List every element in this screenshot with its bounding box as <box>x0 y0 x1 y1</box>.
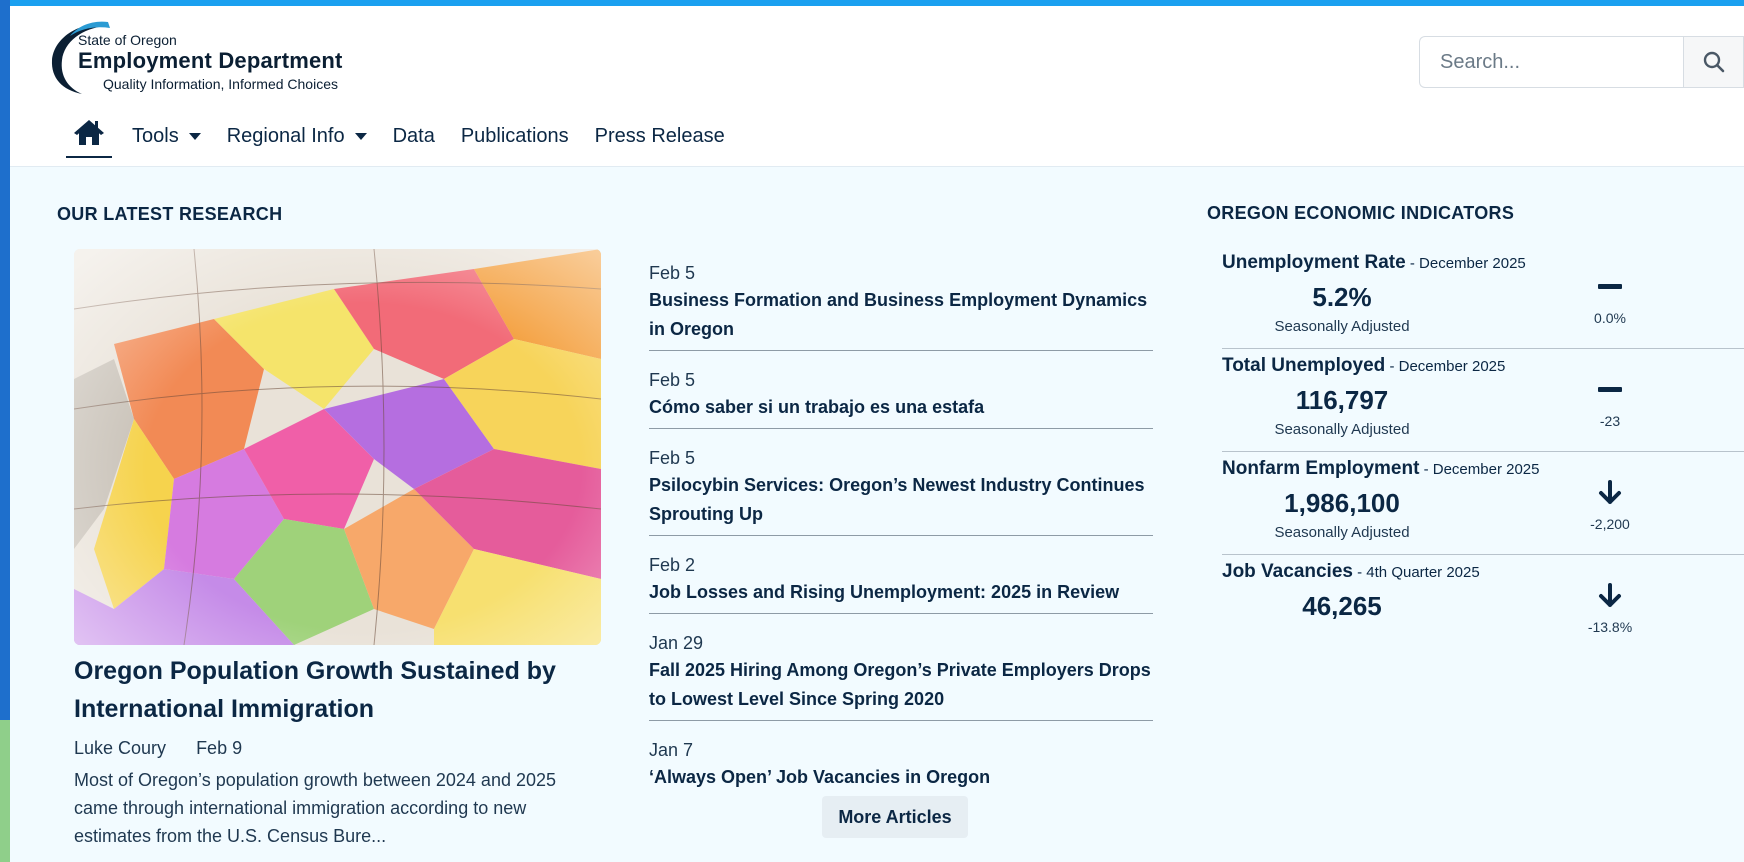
list-item: Jan 29 Fall 2025 Hiring Among Oregon’s P… <box>649 630 1153 721</box>
caret-down-icon <box>188 132 201 140</box>
indicator-change: -2,200 <box>1590 516 1630 532</box>
article-list: Feb 5 Business Formation and Business Em… <box>649 260 1153 814</box>
home-icon <box>74 120 104 145</box>
featured-article-image[interactable] <box>74 249 601 645</box>
indicator-value: 1,986,100 <box>1284 488 1400 518</box>
indicator-note: Seasonally Adjusted <box>1274 524 1410 541</box>
agency-logo[interactable]: State of Oregon Employment Department Qu… <box>48 18 378 100</box>
article-date: Feb 5 <box>649 370 696 390</box>
flat-dash-icon <box>1590 272 1630 302</box>
indicator-note: Seasonally Adjusted <box>1274 421 1410 438</box>
nav-press-release[interactable]: Press Release <box>595 116 725 156</box>
logo-line2: Employment Department <box>78 48 343 73</box>
search-button[interactable] <box>1683 36 1744 88</box>
list-item: Feb 2 Job Losses and Rising Unemployment… <box>649 552 1153 614</box>
list-item: Feb 5 Business Formation and Business Em… <box>649 260 1153 351</box>
nav-regional-info-label: Regional Info <box>226 124 345 147</box>
caret-down-icon <box>354 132 367 140</box>
map-image <box>74 249 601 645</box>
nav-publications-label: Publications <box>460 124 569 147</box>
indicator-title: Unemployment Rate - December 2025 <box>1222 252 1526 274</box>
featured-article-date: Feb 9 <box>196 738 243 758</box>
article-date: Jan 29 <box>649 633 704 653</box>
featured-article-author: Luke Coury <box>74 738 167 758</box>
main-nav: Tools Regional Info Data Publications Pr… <box>66 114 751 158</box>
nav-press-release-label: Press Release <box>594 124 725 147</box>
featured-article-title[interactable]: Oregon Population Growth Sustained by In… <box>74 652 601 728</box>
article-date: Feb 5 <box>649 263 696 283</box>
flat-dash-icon <box>1590 375 1630 405</box>
article-link[interactable]: Psilocybin Services: Oregon’s Newest Ind… <box>649 471 1153 529</box>
nav-tools-label: Tools <box>132 124 179 147</box>
indicator-list: Unemployment Rate - December 2025 5.2% S… <box>1222 246 1744 657</box>
featured-article-description: Most of Oregon’s population growth betwe… <box>74 770 557 846</box>
indicators-heading: OREGON ECONOMIC INDICATORS <box>1207 203 1515 223</box>
indicator-title: Total Unemployed - December 2025 <box>1222 355 1505 377</box>
research-heading: OUR LATEST RESEARCH <box>57 204 283 224</box>
indicator-period: - December 2025 <box>1419 461 1540 478</box>
indicator-name: Total Unemployed <box>1222 355 1386 376</box>
nav-home[interactable] <box>66 114 112 158</box>
nav-data[interactable]: Data <box>393 116 435 156</box>
indicator-name: Nonfarm Employment <box>1222 458 1420 479</box>
indicator-period: - December 2025 <box>1405 255 1526 272</box>
arrow-down-icon <box>1590 478 1630 508</box>
left-edge-stripe-green <box>0 720 10 862</box>
article-date: Feb 2 <box>649 555 696 575</box>
article-link[interactable]: ‘Always Open’ Job Vacancies in Oregon <box>649 763 1153 792</box>
indicator-value: 5.2% <box>1312 282 1372 312</box>
nav-regional-info[interactable]: Regional Info <box>227 116 367 156</box>
article-link[interactable]: Fall 2025 Hiring Among Oregon’s Private … <box>649 656 1153 714</box>
article-date: Feb 5 <box>649 448 696 468</box>
indicator-value: 116,797 <box>1295 385 1389 415</box>
indicator-title: Job Vacancies - 4th Quarter 2025 <box>1222 561 1480 583</box>
search-box <box>1419 36 1744 90</box>
arrow-down-icon <box>1590 581 1630 611</box>
list-item: Jan 7 ‘Always Open’ Job Vacancies in Ore… <box>649 737 1153 798</box>
indicator-unemployment-rate[interactable]: Unemployment Rate - December 2025 5.2% S… <box>1222 246 1744 349</box>
list-item: Feb 5 Psilocybin Services: Oregon’s Newe… <box>649 445 1153 536</box>
page: State of Oregon Employment Department Qu… <box>10 6 1744 862</box>
logo-line1: State of Oregon <box>78 32 177 48</box>
indicator-nonfarm-employment[interactable]: Nonfarm Employment - December 2025 1,986… <box>1222 452 1744 555</box>
logo-tagline: Quality Information, Informed Choices <box>103 76 338 92</box>
indicator-change: 0.0% <box>1594 310 1626 326</box>
indicator-value: 46,265 <box>1302 591 1382 621</box>
article-link[interactable]: Business Formation and Business Employme… <box>649 286 1153 344</box>
search-icon <box>1703 51 1724 73</box>
indicator-total-unemployed[interactable]: Total Unemployed - December 2025 116,797… <box>1222 349 1744 452</box>
indicator-name: Unemployment Rate <box>1222 252 1406 273</box>
indicator-name: Job Vacancies <box>1222 561 1353 582</box>
article-link[interactable]: Job Losses and Rising Unemployment: 2025… <box>649 578 1153 607</box>
indicator-period: - 4th Quarter 2025 <box>1352 564 1480 581</box>
featured-article-meta: Luke Coury Feb 9 <box>74 738 272 759</box>
more-articles-button[interactable]: More Articles <box>822 796 968 838</box>
indicator-change: -23 <box>1599 413 1621 429</box>
indicator-period: - December 2025 <box>1385 358 1506 375</box>
nav-publications[interactable]: Publications <box>461 116 569 156</box>
site-header: State of Oregon Employment Department Qu… <box>10 6 1744 167</box>
article-link[interactable]: Cómo saber si un trabajo es una estafa <box>649 393 1153 422</box>
list-item: Feb 5 Cómo saber si un trabajo es una es… <box>649 367 1153 429</box>
indicator-note: Seasonally Adjusted <box>1274 318 1410 335</box>
search-input[interactable] <box>1419 36 1683 88</box>
nav-tools[interactable]: Tools <box>132 116 201 156</box>
indicator-job-vacancies[interactable]: Job Vacancies - 4th Quarter 2025 46,265 … <box>1222 555 1744 657</box>
indicator-change: -13.8% <box>1587 619 1633 635</box>
article-date: Jan 7 <box>649 740 694 760</box>
nav-data-label: Data <box>392 124 435 147</box>
indicator-title: Nonfarm Employment - December 2025 <box>1222 458 1539 480</box>
